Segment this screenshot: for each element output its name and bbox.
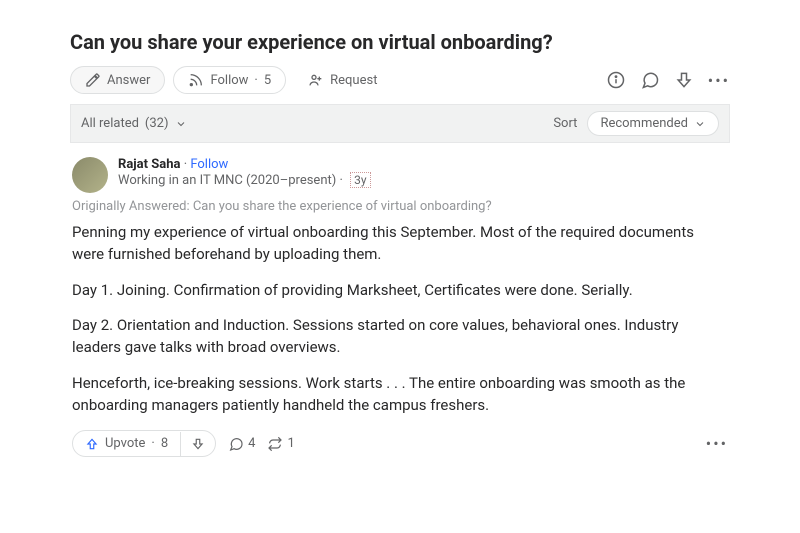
follow-author-link[interactable]: Follow [190,157,228,172]
author-credential: Working in an IT MNC (2020–present) [118,173,336,188]
comment-count: 4 [248,436,255,451]
comment-icon[interactable] [640,70,660,90]
comment-button[interactable]: 4 [228,436,255,452]
action-left-group: Answer Follow · 5 Request [70,66,391,94]
request-button[interactable]: Request [294,67,391,93]
sort-dropdown[interactable]: Recommended [587,111,719,136]
answer-time[interactable]: 3y [350,172,370,188]
author-name[interactable]: Rajat Saha [118,157,180,172]
upvote-icon [85,437,99,451]
info-icon[interactable] [606,70,626,90]
share-count: 1 [287,436,294,451]
answer-paragraph: Henceforth, ice-breaking sessions. Work … [72,373,728,417]
dot: · [340,173,347,188]
answer-paragraph: Day 2. Orientation and Induction. Sessio… [72,315,728,359]
all-related-count: (32) [145,116,169,131]
answer-paragraph: Penning my experience of virtual onboard… [72,222,728,266]
answer-footer: Upvote · 8 4 1 ••• [72,430,728,457]
follow-button[interactable]: Follow · 5 [173,66,286,94]
rss-icon [188,72,204,88]
sort-bar: All related (32) Sort Recommended [70,104,730,143]
comment-icon [228,436,244,452]
sort-right-group: Sort Recommended [553,111,719,136]
downvote-icon [191,437,205,451]
vote-group: Upvote · 8 [72,430,216,457]
question-actions: Answer Follow · 5 Request ••• [70,66,730,94]
answer-label: Answer [107,73,150,88]
pencil-icon [85,72,101,88]
more-icon[interactable]: ••• [708,71,730,90]
reshare-icon [267,436,283,452]
upvote-button[interactable]: Upvote · 8 [73,431,180,456]
footer-left: Upvote · 8 4 1 [72,430,295,457]
action-right-group: ••• [606,70,730,90]
answer-paragraph: Day 1. Joining. Confirmation of providin… [72,280,728,302]
follow-count: 5 [264,73,271,88]
answer-card: Rajat Saha · Follow Working in an IT MNC… [70,157,730,457]
all-related-label: All related [81,116,139,131]
chevron-down-icon [175,118,187,130]
dot: · [254,73,257,88]
sort-label: Sort [553,116,577,131]
upvote-label: Upvote [105,436,145,451]
avatar[interactable] [72,157,108,193]
follow-label: Follow [210,73,248,88]
author-row: Rajat Saha · Follow Working in an IT MNC… [72,157,728,193]
downvote-icon[interactable] [674,70,694,90]
downvote-button[interactable] [180,432,215,456]
originally-answered: Originally Answered: Can you share the e… [72,199,728,214]
sort-value: Recommended [600,116,688,131]
answer-button[interactable]: Answer [70,66,165,94]
request-label: Request [330,73,377,88]
question-title[interactable]: Can you share your experience on virtual… [70,30,730,54]
all-related-dropdown[interactable]: All related (32) [81,116,187,131]
share-button[interactable]: 1 [267,436,294,452]
author-meta: Rajat Saha · Follow Working in an IT MNC… [118,157,371,188]
person-plus-icon [308,72,324,88]
dot: · [151,436,154,451]
upvote-count: 8 [161,436,168,451]
answer-more-icon[interactable]: ••• [706,434,728,453]
chevron-down-icon [694,118,706,130]
